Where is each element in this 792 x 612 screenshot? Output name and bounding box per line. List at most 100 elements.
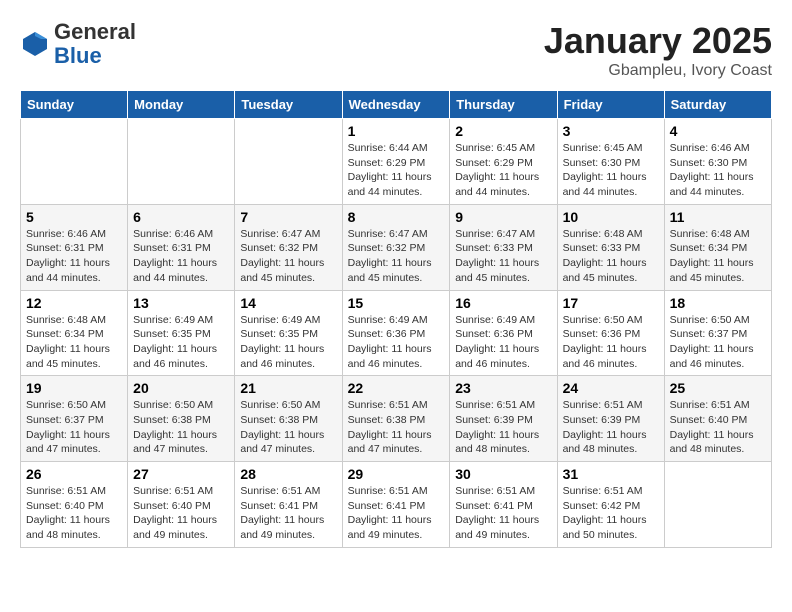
day-number: 15 — [348, 295, 445, 311]
day-info: Sunrise: 6:47 AM Sunset: 6:33 PM Dayligh… — [455, 227, 551, 286]
month-title: January 2025 — [544, 20, 772, 62]
calendar-cell — [235, 119, 342, 205]
calendar-cell: 31Sunrise: 6:51 AM Sunset: 6:42 PM Dayli… — [557, 462, 664, 548]
calendar-cell: 22 Sunrise: 6:51 AM Sunset: 6:38 PM Dayli… — [342, 376, 450, 462]
day-number: 29 — [348, 466, 445, 482]
day-info: Sunrise: 6:49 AM Sunset: 6:36 PM Dayligh… — [348, 313, 445, 372]
day-info: Sunrise: 6:51 AM Sunset: 6:42 PM Dayligh… — [563, 484, 659, 543]
title-block: January 2025 Gbampleu, Ivory Coast — [544, 20, 772, 80]
day-number: 28 — [240, 466, 336, 482]
calendar-cell: 19 Sunrise: 6:50 AM Sunset: 6:37 PM Dayli… — [21, 376, 128, 462]
calendar-week-3: 12Sunrise: 6:48 AM Sunset: 6:34 PM Dayli… — [21, 290, 772, 376]
day-number: 10 — [563, 209, 659, 225]
calendar-cell: 12Sunrise: 6:48 AM Sunset: 6:34 PM Dayli… — [21, 290, 128, 376]
weekday-header-row: SundayMondayTuesdayWednesdayThursdayFrid… — [21, 91, 772, 119]
day-info: Sunrise: 6:45 AM Sunset: 6:29 PM Dayligh… — [455, 141, 551, 200]
weekday-header-sunday: Sunday — [21, 91, 128, 119]
day-info: Sunrise: 6:46 AM Sunset: 6:31 PM Dayligh… — [26, 227, 122, 286]
day-number: 1 — [348, 123, 445, 139]
calendar-cell: 6 Sunrise: 6:46 AM Sunset: 6:31 PM Daylig… — [128, 204, 235, 290]
day-number: 5 — [26, 209, 122, 225]
calendar-cell: 10 Sunrise: 6:48 AM Sunset: 6:33 PM Dayli… — [557, 204, 664, 290]
calendar-cell: 17 Sunrise: 6:50 AM Sunset: 6:36 PM Dayli… — [557, 290, 664, 376]
calendar-cell: 23 Sunrise: 6:51 AM Sunset: 6:39 PM Dayli… — [450, 376, 557, 462]
calendar-week-4: 19 Sunrise: 6:50 AM Sunset: 6:37 PM Dayli… — [21, 376, 772, 462]
day-info: Sunrise: 6:50 AM Sunset: 6:38 PM Dayligh… — [133, 398, 229, 457]
day-info: Sunrise: 6:49 AM Sunset: 6:36 PM Dayligh… — [455, 313, 551, 372]
calendar-cell: 27Sunrise: 6:51 AM Sunset: 6:40 PM Dayli… — [128, 462, 235, 548]
day-number: 26 — [26, 466, 122, 482]
page-header: General Blue January 2025 Gbampleu, Ivor… — [20, 20, 772, 80]
weekday-header-tuesday: Tuesday — [235, 91, 342, 119]
day-number: 13 — [133, 295, 229, 311]
calendar-cell — [128, 119, 235, 205]
calendar-cell: 5 Sunrise: 6:46 AM Sunset: 6:31 PM Daylig… — [21, 204, 128, 290]
day-number: 12 — [26, 295, 122, 311]
day-info: Sunrise: 6:51 AM Sunset: 6:40 PM Dayligh… — [26, 484, 122, 543]
day-info: Sunrise: 6:50 AM Sunset: 6:37 PM Dayligh… — [26, 398, 122, 457]
day-number: 9 — [455, 209, 551, 225]
day-number: 18 — [670, 295, 766, 311]
weekday-header-saturday: Saturday — [664, 91, 771, 119]
calendar-cell: 7Sunrise: 6:47 AM Sunset: 6:32 PM Daylig… — [235, 204, 342, 290]
day-number: 21 — [240, 380, 336, 396]
day-info: Sunrise: 6:51 AM Sunset: 6:39 PM Dayligh… — [563, 398, 659, 457]
day-info: Sunrise: 6:51 AM Sunset: 6:38 PM Dayligh… — [348, 398, 445, 457]
day-number: 16 — [455, 295, 551, 311]
calendar-table: SundayMondayTuesdayWednesdayThursdayFrid… — [20, 90, 772, 548]
calendar-cell — [21, 119, 128, 205]
day-number: 22 — [348, 380, 445, 396]
day-number: 17 — [563, 295, 659, 311]
day-number: 6 — [133, 209, 229, 225]
location: Gbampleu, Ivory Coast — [544, 62, 772, 80]
weekday-header-thursday: Thursday — [450, 91, 557, 119]
calendar-cell: 21 Sunrise: 6:50 AM Sunset: 6:38 PM Dayli… — [235, 376, 342, 462]
day-info: Sunrise: 6:50 AM Sunset: 6:38 PM Dayligh… — [240, 398, 336, 457]
calendar-cell: 9 Sunrise: 6:47 AM Sunset: 6:33 PM Daylig… — [450, 204, 557, 290]
day-info: Sunrise: 6:51 AM Sunset: 6:39 PM Dayligh… — [455, 398, 551, 457]
calendar-cell: 3Sunrise: 6:45 AM Sunset: 6:30 PM Daylig… — [557, 119, 664, 205]
day-number: 8 — [348, 209, 445, 225]
day-number: 11 — [670, 209, 766, 225]
day-number: 2 — [455, 123, 551, 139]
day-info: Sunrise: 6:46 AM Sunset: 6:31 PM Dayligh… — [133, 227, 229, 286]
calendar-cell: 13 Sunrise: 6:49 AM Sunset: 6:35 PM Dayli… — [128, 290, 235, 376]
calendar-cell: 25Sunrise: 6:51 AM Sunset: 6:40 PM Dayli… — [664, 376, 771, 462]
calendar-cell: 30Sunrise: 6:51 AM Sunset: 6:41 PM Dayli… — [450, 462, 557, 548]
logo-general: General — [54, 19, 136, 44]
weekday-header-friday: Friday — [557, 91, 664, 119]
day-info: Sunrise: 6:51 AM Sunset: 6:41 PM Dayligh… — [348, 484, 445, 543]
calendar-cell: 18 Sunrise: 6:50 AM Sunset: 6:37 PM Dayli… — [664, 290, 771, 376]
day-info: Sunrise: 6:51 AM Sunset: 6:40 PM Dayligh… — [133, 484, 229, 543]
calendar-cell: 14Sunrise: 6:49 AM Sunset: 6:35 PM Dayli… — [235, 290, 342, 376]
day-number: 4 — [670, 123, 766, 139]
day-info: Sunrise: 6:51 AM Sunset: 6:40 PM Dayligh… — [670, 398, 766, 457]
day-info: Sunrise: 6:48 AM Sunset: 6:34 PM Dayligh… — [670, 227, 766, 286]
calendar-cell: 28Sunrise: 6:51 AM Sunset: 6:41 PM Dayli… — [235, 462, 342, 548]
day-info: Sunrise: 6:45 AM Sunset: 6:30 PM Dayligh… — [563, 141, 659, 200]
calendar-cell: 26 Sunrise: 6:51 AM Sunset: 6:40 PM Dayli… — [21, 462, 128, 548]
calendar-cell — [664, 462, 771, 548]
calendar-cell: 20 Sunrise: 6:50 AM Sunset: 6:38 PM Dayli… — [128, 376, 235, 462]
day-info: Sunrise: 6:49 AM Sunset: 6:35 PM Dayligh… — [133, 313, 229, 372]
calendar-cell: 1 Sunrise: 6:44 AM Sunset: 6:29 PM Daylig… — [342, 119, 450, 205]
day-info: Sunrise: 6:48 AM Sunset: 6:33 PM Dayligh… — [563, 227, 659, 286]
logo-icon — [20, 29, 50, 59]
calendar-cell: 2 Sunrise: 6:45 AM Sunset: 6:29 PM Daylig… — [450, 119, 557, 205]
day-number: 23 — [455, 380, 551, 396]
calendar-cell: 11 Sunrise: 6:48 AM Sunset: 6:34 PM Dayli… — [664, 204, 771, 290]
day-info: Sunrise: 6:47 AM Sunset: 6:32 PM Dayligh… — [240, 227, 336, 286]
calendar-cell: 15 Sunrise: 6:49 AM Sunset: 6:36 PM Dayli… — [342, 290, 450, 376]
weekday-header-wednesday: Wednesday — [342, 91, 450, 119]
day-info: Sunrise: 6:44 AM Sunset: 6:29 PM Dayligh… — [348, 141, 445, 200]
day-info: Sunrise: 6:46 AM Sunset: 6:30 PM Dayligh… — [670, 141, 766, 200]
calendar-cell: 24Sunrise: 6:51 AM Sunset: 6:39 PM Dayli… — [557, 376, 664, 462]
day-number: 19 — [26, 380, 122, 396]
day-info: Sunrise: 6:50 AM Sunset: 6:37 PM Dayligh… — [670, 313, 766, 372]
logo-blue: Blue — [54, 43, 102, 68]
calendar-week-5: 26 Sunrise: 6:51 AM Sunset: 6:40 PM Dayli… — [21, 462, 772, 548]
calendar-week-1: 1 Sunrise: 6:44 AM Sunset: 6:29 PM Daylig… — [21, 119, 772, 205]
logo: General Blue — [20, 20, 136, 68]
day-info: Sunrise: 6:50 AM Sunset: 6:36 PM Dayligh… — [563, 313, 659, 372]
day-number: 20 — [133, 380, 229, 396]
